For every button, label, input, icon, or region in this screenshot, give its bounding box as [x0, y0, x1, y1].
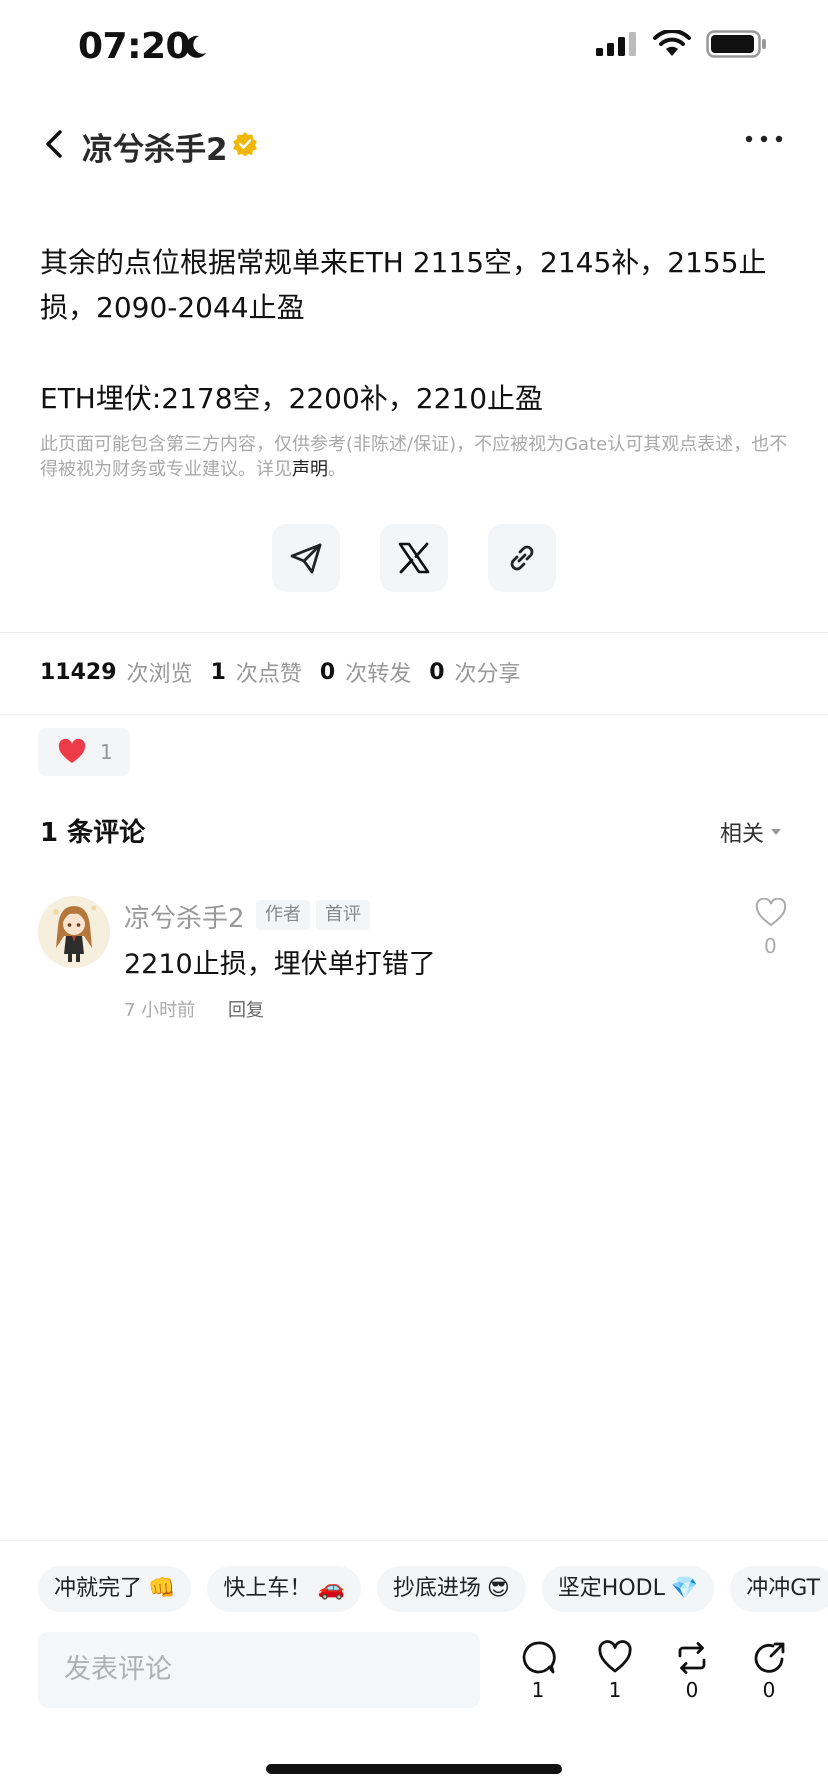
reply-button[interactable]: 回复 [228, 996, 264, 1022]
chip-hodl[interactable]: 坚定HODL 💎 [541, 1566, 715, 1612]
share-telegram-button[interactable] [272, 524, 340, 592]
chip-label: 快上车！ [223, 1576, 312, 1601]
views-count: 11429 [40, 659, 117, 685]
reposts-label: 次转发 [345, 662, 412, 687]
likes-count: 1 [210, 659, 226, 685]
verified-badge-icon [233, 132, 257, 157]
comment-timestamp: 7 小时前 [124, 1000, 196, 1021]
status-time: 07:20 [78, 26, 191, 67]
comment-sort-dropdown[interactable]: 相关 [720, 816, 782, 848]
chip-gt[interactable]: 冲冲GT [730, 1566, 828, 1612]
share-action-button[interactable]: 0 [747, 1640, 791, 1702]
views-label: 次浏览 [126, 662, 193, 687]
cellular-signal-icon [596, 32, 636, 56]
telegram-icon [290, 543, 322, 574]
sort-label: 相关 [720, 822, 765, 847]
chip-buy-dip[interactable]: 抄底进场 😎 [376, 1566, 526, 1612]
page-title[interactable]: 凉兮杀手2 [82, 124, 228, 169]
repost-count: 0 [685, 1678, 699, 1702]
battery-icon [706, 30, 766, 58]
car-emoji-icon: 🚗 [317, 1576, 345, 1601]
comment-action-button[interactable]: 1 [516, 1640, 560, 1702]
divider [0, 714, 828, 715]
shares-count: 0 [429, 659, 445, 685]
post-paragraph-1: 其余的点位根据常规单来ETH 2115空，2145补，2155止损，2090-2… [40, 246, 767, 324]
comment-input[interactable]: 发表评论 [38, 1632, 480, 1708]
fist-emoji-icon: 👊 [148, 1576, 176, 1601]
divider [0, 632, 828, 633]
link-icon [510, 545, 534, 571]
chip-charge[interactable]: 冲就完了 👊 [38, 1566, 192, 1612]
heart-reaction-button[interactable]: 1 [38, 728, 130, 776]
author-tag: 作者 [256, 900, 310, 930]
disclaimer-end: 。 [328, 459, 346, 480]
comment-like-count: 0 [764, 934, 777, 958]
comment-bubble-icon [522, 1641, 556, 1674]
back-arrow-icon[interactable] [36, 124, 76, 164]
first-comment-tag: 首评 [316, 900, 370, 930]
disclaimer-link[interactable]: 声明 [292, 459, 328, 480]
like-count: 1 [608, 1678, 622, 1702]
more-options-icon[interactable] [744, 134, 784, 144]
chip-label: 抄底进场 [392, 1576, 481, 1601]
wifi-icon [653, 30, 691, 56]
commenter-name[interactable]: 凉兮杀手2 [124, 898, 245, 935]
divider [0, 1540, 828, 1541]
comment-like-heart-icon[interactable] [755, 898, 787, 928]
like-action-button[interactable]: 1 [593, 1640, 637, 1702]
chip-get-on[interactable]: 快上车！ 🚗 [207, 1566, 361, 1612]
anime-avatar-icon [38, 896, 110, 968]
x-logo-icon [398, 542, 430, 574]
commenter-avatar[interactable] [38, 896, 110, 968]
repost-icon [678, 1642, 706, 1674]
comment-count: 1 [531, 1678, 545, 1702]
share-x-button[interactable] [380, 524, 448, 592]
shares-label: 次分享 [454, 662, 521, 687]
post-paragraph-2: ETH埋伏:2178空，2200补，2210止盈 [40, 382, 544, 415]
reaction-count: 1 [100, 740, 113, 764]
disclaimer-text: 此页面可能包含第三方内容，仅供参考(非陈述/保证)，不应被视为Gate认可其观点… [40, 432, 788, 482]
home-indicator[interactable] [266, 1764, 562, 1774]
share-count: 0 [762, 1678, 776, 1702]
comment-text: 2210止损，埋伏单打错了 [124, 949, 436, 980]
chip-label: 冲就完了 [54, 1576, 143, 1601]
heart-outline-icon [598, 1640, 632, 1673]
heart-filled-icon [58, 739, 86, 763]
do-not-disturb-moon-icon [185, 35, 206, 58]
caret-down-icon [771, 829, 782, 835]
post-stats: 11429 次浏览 1 次点赞 0 次转发 0 次分享 [40, 656, 539, 688]
share-arrow-icon [754, 1642, 785, 1673]
quick-reply-chips: 冲就完了 👊 快上车！ 🚗 抄底进场 😎 坚定HODL 💎 冲冲GT [38, 1566, 828, 1612]
copy-link-button[interactable] [488, 524, 556, 592]
chip-label: 坚定HODL [557, 1576, 665, 1601]
chip-label: 冲冲GT [746, 1576, 820, 1601]
likes-label: 次点赞 [235, 662, 302, 687]
sunglasses-emoji-icon: 😎 [486, 1576, 510, 1601]
disclaimer-body: 此页面可能包含第三方内容，仅供参考(非陈述/保证)，不应被视为Gate认可其观点… [40, 434, 788, 480]
repost-action-button[interactable]: 0 [670, 1640, 714, 1702]
reposts-count: 0 [319, 659, 336, 685]
comments-title: 1 条评论 [40, 818, 146, 848]
gem-emoji-icon: 💎 [670, 1576, 699, 1601]
